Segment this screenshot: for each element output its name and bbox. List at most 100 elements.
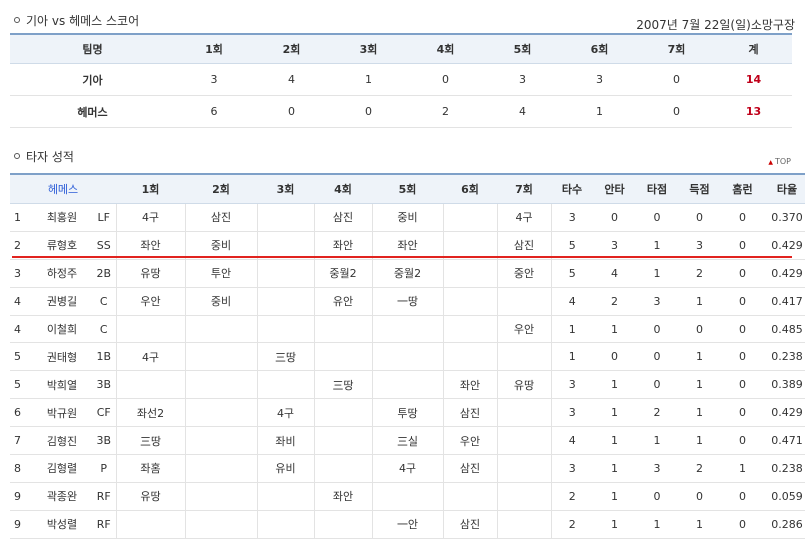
header-inning-7: 7회	[497, 174, 551, 204]
stat-rbi: 1	[636, 510, 678, 539]
header-team: 팀명	[10, 34, 175, 64]
header-team-link[interactable]: 헤메스	[10, 174, 116, 204]
stat-hits: 2	[593, 287, 636, 316]
inning-result	[257, 482, 315, 511]
inning-result	[443, 315, 498, 344]
inning-result	[185, 482, 258, 511]
stat-home-runs: 0	[721, 203, 764, 232]
stat-runs: 1	[678, 287, 721, 316]
score-title-text: 기아 vs 헤메스 스코어	[26, 14, 140, 28]
header-inning-5: 5회	[372, 174, 443, 204]
batter-row: 1 최홍원 LF 4구 삼진 삼진 중비 4구 3 0 0 0 0 0.370	[10, 203, 805, 232]
inning-result	[497, 287, 552, 316]
player-position: LF	[92, 203, 117, 232]
stat-runs: 1	[678, 510, 721, 539]
header-at-bats: 타수	[551, 174, 593, 204]
inning-result: 유땅	[116, 482, 186, 511]
stat-rbi: 2	[636, 398, 678, 428]
inning-result: 좌비	[257, 426, 315, 456]
inning-result	[443, 287, 498, 316]
stat-hits: 0	[593, 342, 636, 372]
stat-runs: 0	[678, 315, 721, 344]
batter-row: 6 박규원 CF 좌선2 4구 투땅 삼진 3 1 2 1 0 0.429	[10, 398, 805, 428]
player-position: 2B	[92, 259, 117, 288]
stat-rbi: 0	[636, 315, 678, 344]
stat-at-bats: 2	[551, 510, 593, 539]
inning-score: 1	[330, 63, 407, 96]
stat-batting-average: 0.238	[764, 342, 805, 372]
inning-result	[314, 454, 373, 483]
inning-result	[314, 426, 373, 456]
inning-result	[497, 426, 552, 456]
stat-batting-average: 0.417	[764, 287, 805, 316]
inning-score: 0	[330, 95, 407, 128]
stat-batting-average: 0.429	[764, 398, 805, 428]
inning-result	[372, 370, 444, 400]
stat-at-bats: 3	[551, 454, 593, 483]
stat-home-runs: 0	[721, 342, 764, 372]
inning-result: 삼진	[443, 398, 498, 428]
inning-result	[185, 510, 258, 539]
stat-at-bats: 4	[551, 426, 593, 456]
inning-score: 3	[561, 63, 638, 96]
stat-batting-average: 0.429	[764, 259, 805, 288]
highlight-line	[12, 256, 792, 258]
inning-result: 三실	[372, 426, 444, 456]
inning-result	[257, 203, 315, 232]
player-position: C	[92, 315, 117, 344]
inning-result	[443, 259, 498, 288]
batter-row: 9 박성렬 RF 一안 삼진 2 1 1 1 0 0.286	[10, 510, 805, 539]
inning-result: 4구	[372, 454, 444, 483]
inning-score: 3	[484, 63, 561, 96]
batting-order: 6	[10, 398, 32, 428]
bullet-icon	[14, 16, 20, 23]
stat-home-runs: 0	[721, 510, 764, 539]
stat-home-runs: 0	[721, 426, 764, 456]
player-name: 김형렬	[32, 454, 92, 483]
batting-order: 1	[10, 203, 32, 232]
inning-result	[314, 510, 373, 539]
inning-result: 4구	[116, 203, 186, 232]
stat-at-bats: 5	[551, 259, 593, 288]
stat-home-runs: 1	[721, 454, 764, 483]
header-hits: 안타	[593, 174, 636, 204]
batting-order: 8	[10, 454, 32, 483]
stat-rbi: 0	[636, 203, 678, 232]
batting-order: 9	[10, 482, 32, 511]
stat-hits: 1	[593, 426, 636, 456]
player-position: 1B	[92, 342, 117, 372]
inning-result: 4구	[116, 342, 186, 372]
batting-order: 9	[10, 510, 32, 539]
inning-score: 1	[561, 95, 638, 128]
inning-result	[116, 315, 186, 344]
stat-rbi: 0	[636, 482, 678, 511]
inning-result	[372, 342, 444, 372]
inning-result	[497, 342, 552, 372]
stat-hits: 1	[593, 510, 636, 539]
batting-order: 3	[10, 259, 32, 288]
stat-batting-average: 0.485	[764, 315, 805, 344]
inning-score: 6	[175, 95, 253, 128]
stat-home-runs: 0	[721, 370, 764, 400]
inning-result: 유땅	[497, 370, 552, 400]
inning-result	[257, 370, 315, 400]
inning-result	[257, 315, 315, 344]
stat-at-bats: 1	[551, 342, 593, 372]
inning-result	[497, 510, 552, 539]
inning-result	[497, 398, 552, 428]
score-row: 헤머스 6 0 0 2 4 1 0 13	[10, 95, 792, 128]
player-name: 권태형	[32, 342, 92, 372]
header-inning-7: 7회	[638, 34, 715, 64]
stat-hits: 1	[593, 482, 636, 511]
inning-result: 三땅	[314, 370, 373, 400]
stat-home-runs: 0	[721, 398, 764, 428]
inning-result	[314, 398, 373, 428]
inning-result	[257, 259, 315, 288]
stat-hits: 1	[593, 315, 636, 344]
top-link[interactable]: TOP	[768, 157, 791, 166]
player-name: 박규원	[32, 398, 92, 428]
stat-rbi: 3	[636, 454, 678, 483]
stat-runs: 1	[678, 370, 721, 400]
inning-result: 4구	[497, 203, 552, 232]
inning-result: 중비	[372, 203, 444, 232]
